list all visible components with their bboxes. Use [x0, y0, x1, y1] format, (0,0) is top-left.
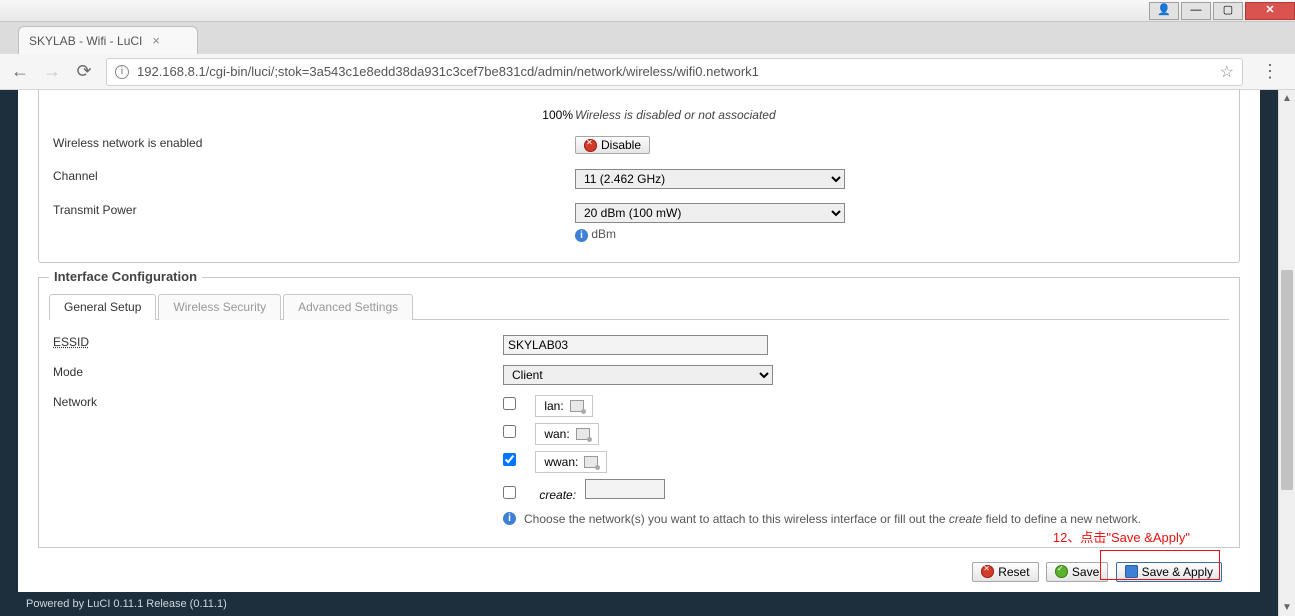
reset-button[interactable]: Reset	[972, 562, 1038, 582]
reset-icon	[981, 565, 994, 578]
txpower-select[interactable]: 20 dBm (100 mW)	[575, 203, 845, 223]
network-wwan-checkbox[interactable]	[503, 453, 516, 466]
window-maximize-button[interactable]: ▢	[1213, 2, 1243, 20]
annotation-text: 12、点击"Save &Apply"	[1053, 527, 1190, 546]
iface-tabs: General Setup Wireless Security Advanced…	[49, 293, 1229, 320]
site-info-icon[interactable]: i	[115, 65, 129, 79]
network-create-label: create:	[539, 488, 576, 502]
wireless-enabled-label: Wireless network is enabled	[53, 130, 573, 161]
save-icon	[1055, 565, 1068, 578]
back-button[interactable]: ←	[10, 61, 30, 82]
tab-close-icon[interactable]: ×	[152, 33, 160, 48]
browser-menu-button[interactable]: ⋮	[1255, 61, 1285, 82]
channel-select[interactable]: 11 (2.462 GHz)	[575, 169, 845, 189]
essid-input[interactable]	[503, 335, 768, 355]
action-buttons: Reset Save Save & Apply	[38, 548, 1240, 592]
scroll-down-arrow[interactable]: ▼	[1279, 599, 1295, 616]
network-help-text: Choose the network(s) you want to attach…	[524, 512, 1141, 526]
network-create-checkbox[interactable]	[503, 486, 516, 499]
browser-tab[interactable]: SKYLAB - Wifi - LuCI ×	[18, 26, 198, 54]
network-lan-label: lan:	[544, 399, 563, 413]
viewport: 100% Wireless is disabled or not associa…	[0, 90, 1295, 616]
network-lan-item[interactable]: lan:	[535, 395, 592, 417]
mode-select[interactable]: Client	[503, 365, 773, 385]
scroll-thumb[interactable]	[1281, 270, 1293, 490]
network-icon	[584, 456, 598, 468]
browser-tabstrip: SKYLAB - Wifi - LuCI ×	[0, 22, 1295, 54]
interface-config-legend: Interface Configuration	[49, 269, 202, 284]
info-icon: i	[575, 229, 588, 242]
tab-advanced-settings[interactable]: Advanced Settings	[283, 294, 413, 320]
bookmark-star-icon[interactable]: ☆	[1220, 62, 1234, 82]
scrollbar[interactable]: ▲ ▼	[1278, 90, 1295, 616]
network-wwan-label: wwan:	[544, 455, 578, 469]
page-content: 100% Wireless is disabled or not associa…	[18, 90, 1260, 616]
network-icon	[576, 428, 590, 440]
network-create-input[interactable]	[585, 479, 665, 499]
disable-button-label: Disable	[601, 138, 641, 152]
window-minimize-button[interactable]: —	[1181, 2, 1211, 20]
disable-icon	[584, 139, 597, 152]
tab-wireless-security[interactable]: Wireless Security	[158, 294, 281, 320]
page-footer: Powered by LuCI 0.11.1 Release (0.11.1)	[18, 592, 1260, 616]
info-icon: i	[503, 512, 516, 525]
interface-config-panel: Interface Configuration General Setup Wi…	[38, 277, 1240, 548]
network-wan-checkbox[interactable]	[503, 425, 516, 438]
network-label: Network	[53, 395, 503, 409]
channel-label: Channel	[53, 163, 573, 195]
tab-title: SKYLAB - Wifi - LuCI	[29, 34, 142, 48]
network-wan-label: wan:	[544, 427, 569, 441]
window-user-icon[interactable]: 👤	[1149, 2, 1179, 20]
save-button-label: Save	[1072, 565, 1099, 579]
network-wan-item[interactable]: wan:	[535, 423, 598, 445]
disable-button[interactable]: Disable	[575, 136, 650, 154]
essid-label: ESSID	[53, 335, 503, 349]
signal-percent: 100%	[53, 102, 573, 128]
save-button[interactable]: Save	[1046, 562, 1108, 582]
mode-label: Mode	[53, 365, 503, 379]
network-icon	[570, 400, 584, 412]
address-bar[interactable]: i 192.168.8.1/cgi-bin/luci/;stok=3a543c1…	[106, 58, 1243, 86]
window-close-button[interactable]: ✕	[1245, 2, 1295, 20]
network-lan-checkbox[interactable]	[503, 397, 516, 410]
forward-button: →	[42, 61, 62, 82]
txpower-hint: dBm	[591, 227, 616, 241]
txpower-label: Transmit Power	[53, 197, 573, 248]
url-text: 192.168.8.1/cgi-bin/luci/;stok=3a543c1e8…	[137, 64, 759, 79]
window-titlebar: 👤 — ▢ ✕	[0, 0, 1295, 22]
annotation-highlight-box	[1100, 550, 1220, 580]
reset-button-label: Reset	[998, 565, 1029, 579]
reload-button[interactable]: ⟳	[74, 61, 94, 82]
wireless-status-text: Wireless is disabled or not associated	[575, 102, 1225, 128]
device-config-panel: 100% Wireless is disabled or not associa…	[38, 90, 1240, 263]
network-wwan-item[interactable]: wwan:	[535, 451, 607, 473]
browser-toolbar: ← → ⟳ i 192.168.8.1/cgi-bin/luci/;stok=3…	[0, 54, 1295, 90]
scroll-up-arrow[interactable]: ▲	[1279, 90, 1295, 107]
tab-general-setup[interactable]: General Setup	[49, 294, 156, 320]
